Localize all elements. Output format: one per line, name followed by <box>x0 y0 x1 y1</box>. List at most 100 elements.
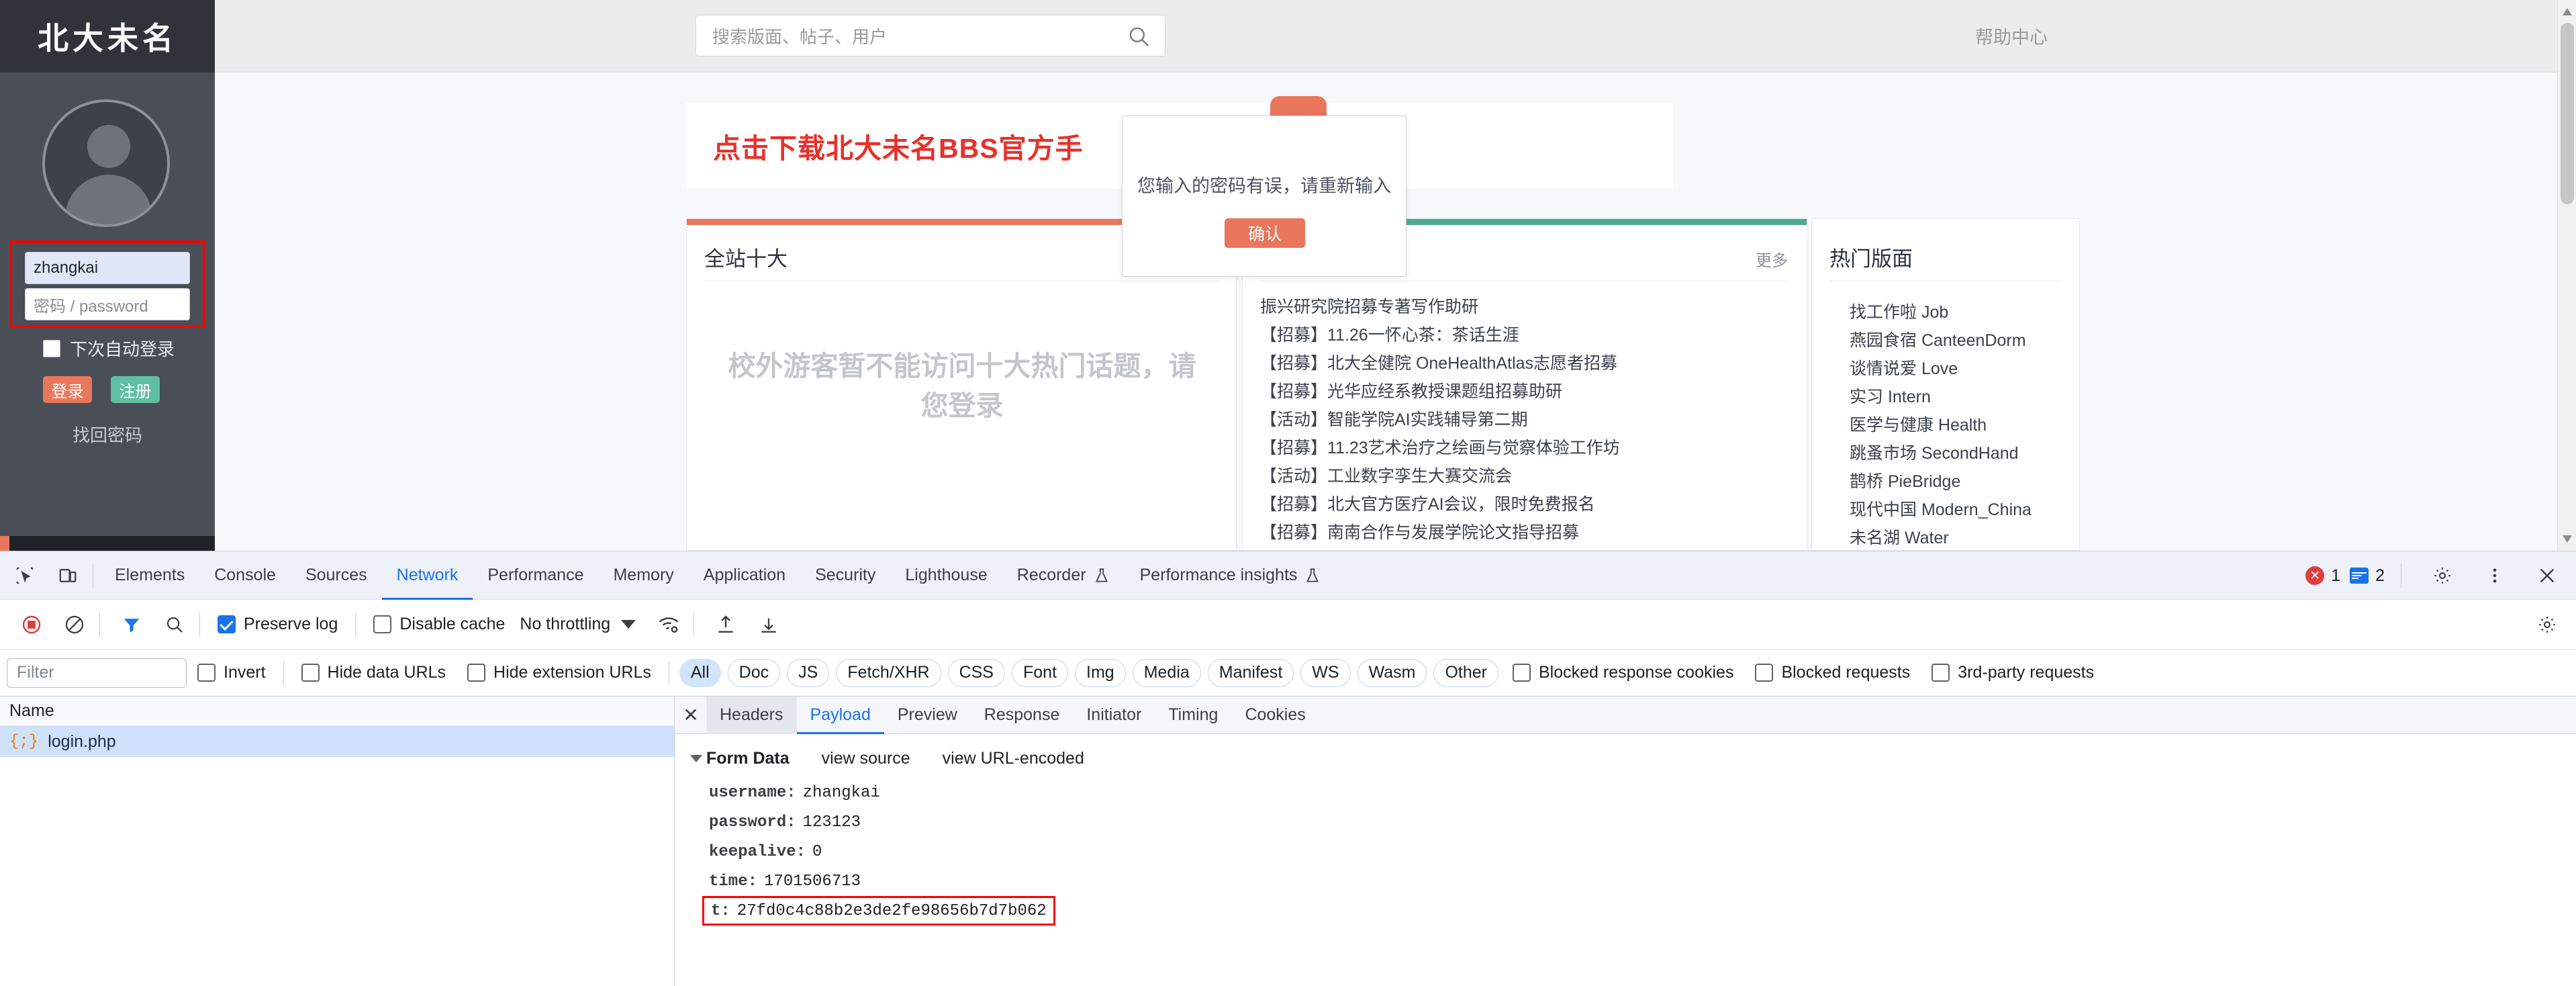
post-list-item[interactable]: 振兴研究院招募专著写作助研 <box>1260 293 1793 321</box>
board-list-item[interactable]: 鹊桥 PieBridge <box>1850 467 2032 496</box>
resource-filter-media[interactable]: Media <box>1132 658 1201 687</box>
form-data-value[interactable]: 0 <box>812 843 822 861</box>
detail-tab-headers[interactable]: Headers <box>706 696 797 734</box>
help-center-link[interactable]: 帮助中心 <box>1975 23 2048 49</box>
gear-icon[interactable] <box>2424 557 2461 594</box>
throttling-select[interactable]: No throttling <box>520 615 636 634</box>
export-har-icon[interactable] <box>751 607 787 643</box>
invert-toggle[interactable]: Invert <box>197 663 266 682</box>
close-detail-icon[interactable]: ✕ <box>675 697 706 734</box>
detail-tab-payload[interactable]: Payload <box>797 697 884 734</box>
form-data-value[interactable]: 27fd0c4c88b2e3de2fe98656b7d7b062 <box>737 902 1047 920</box>
post-list-item[interactable]: 【招募】南南合作与发展学院论文指导招募 <box>1260 519 1793 547</box>
blocked-requests-checkbox[interactable] <box>1755 664 1774 682</box>
device-toolbar-icon[interactable] <box>50 557 86 594</box>
devtools-tab-performance-insights[interactable]: Performance insights <box>1125 551 1337 600</box>
register-button[interactable]: 注册 <box>111 376 160 403</box>
devtools-tab-lighthouse[interactable]: Lighthouse <box>890 551 1002 600</box>
board-list-item[interactable]: 医学与健康 Health <box>1850 411 2032 439</box>
form-data-value[interactable]: 1701506713 <box>764 872 861 891</box>
resource-filter-doc[interactable]: Doc <box>727 658 781 687</box>
board-list-item[interactable]: 找工作啦 Job <box>1850 298 2032 326</box>
resource-filter-manifest[interactable]: Manifest <box>1207 658 1294 687</box>
search-network-icon[interactable] <box>156 607 193 643</box>
form-data-value[interactable]: zhangkai <box>803 784 880 802</box>
post-list-item[interactable]: 【招募】北大全健院 OneHealthAtlas志愿者招募 <box>1260 349 1793 377</box>
board-list-item[interactable]: 现代中国 Modern_China <box>1850 496 2032 524</box>
view-source-link[interactable]: view source <box>822 749 910 768</box>
site-brand-logo[interactable]: 北大未名 <box>0 0 215 73</box>
import-har-icon[interactable] <box>708 607 744 643</box>
resource-filter-ws[interactable]: WS <box>1300 658 1351 687</box>
detail-tab-preview[interactable]: Preview <box>884 697 971 734</box>
resource-filter-fetch-xhr[interactable]: Fetch/XHR <box>836 658 941 687</box>
blocked-response-cookies-toggle[interactable]: Blocked response cookies <box>1513 663 1733 682</box>
post-list-item[interactable]: 【活动】智能学院AI实践辅导第二期 <box>1260 406 1793 434</box>
filter-funnel-icon[interactable] <box>113 607 150 643</box>
third-party-requests-toggle[interactable]: 3rd-party requests <box>1931 663 2094 682</box>
devtools-tab-memory[interactable]: Memory <box>598 551 688 600</box>
post-list-item[interactable]: 【招募】北大官方医疗AI会议，限时免费报名 <box>1260 490 1793 519</box>
resource-filter-css[interactable]: CSS <box>947 658 1005 687</box>
hide-data-urls-checkbox[interactable] <box>301 664 320 682</box>
resource-filter-font[interactable]: Font <box>1011 658 1069 687</box>
board-list-item[interactable]: 跳蚤市场 SecondHand <box>1850 439 2032 467</box>
devtools-tab-network[interactable]: Network <box>382 551 473 600</box>
devtools-tab-recorder[interactable]: Recorder <box>1002 551 1125 600</box>
invert-checkbox[interactable] <box>197 664 216 682</box>
resource-filter-all[interactable]: All <box>679 658 721 687</box>
filter-input[interactable]: Filter <box>7 658 187 688</box>
devtools-tab-console[interactable]: Console <box>199 551 291 600</box>
resource-filter-img[interactable]: Img <box>1075 658 1126 687</box>
post-list-item[interactable]: 【活动】工业数字孪生大赛交流会 <box>1260 462 1793 490</box>
request-list-header[interactable]: Name <box>0 697 674 726</box>
network-settings-gear-icon[interactable] <box>2529 607 2565 643</box>
search-input[interactable]: 搜索版面、帖子、用户 <box>696 15 1165 56</box>
resource-filter-js[interactable]: JS <box>787 658 830 687</box>
resource-filter-other[interactable]: Other <box>1433 658 1498 687</box>
collapse-caret-icon[interactable] <box>690 755 702 762</box>
posts-more-link[interactable]: 更多 <box>1756 247 1788 271</box>
scroll-up-arrow-icon[interactable] <box>2563 8 2572 15</box>
devtools-tab-sources[interactable]: Sources <box>291 551 382 600</box>
disable-cache-toggle[interactable]: Disable cache <box>373 615 505 634</box>
third-party-requests-checkbox[interactable] <box>1931 664 1950 682</box>
post-list-item[interactable]: 【招募】光华应经系教授课题组招募助研 <box>1260 377 1793 406</box>
disable-cache-checkbox[interactable] <box>373 615 392 633</box>
error-badge[interactable]: ✕ 1 <box>2305 566 2340 586</box>
search-icon[interactable] <box>1127 25 1150 48</box>
chevron-down-icon[interactable] <box>621 620 636 629</box>
view-url-encoded-link[interactable]: view URL-encoded <box>943 749 1084 768</box>
devtools-tab-elements[interactable]: Elements <box>100 551 199 600</box>
record-stop-icon[interactable] <box>13 607 50 643</box>
devtools-tab-application[interactable]: Application <box>689 551 800 600</box>
devtools-tab-performance[interactable]: Performance <box>473 551 598 600</box>
auto-login-row[interactable]: 下次自动登录 <box>43 336 175 361</box>
network-conditions-icon[interactable] <box>651 607 687 643</box>
username-field[interactable]: zhangkai <box>25 252 190 284</box>
scrollbar-thumb[interactable] <box>2561 23 2574 204</box>
post-list-item[interactable]: 【招募】11.26一怀心茶：茶话生涯 <box>1260 321 1793 349</box>
blocked-response-cookies-checkbox[interactable] <box>1513 664 1531 682</box>
forgot-password-link[interactable]: 找回密码 <box>0 422 215 447</box>
inspect-element-icon[interactable] <box>7 557 43 594</box>
form-data-header[interactable]: Form Data view source view URL-encoded <box>690 749 2576 768</box>
hide-extension-urls-toggle[interactable]: Hide extension URLs <box>467 663 651 682</box>
board-list-item[interactable]: 谈情说爱 Love <box>1850 355 2032 383</box>
hide-data-urls-toggle[interactable]: Hide data URLs <box>301 663 446 682</box>
preserve-log-toggle[interactable]: Preserve log <box>218 615 338 634</box>
auto-login-checkbox[interactable] <box>43 339 60 357</box>
detail-tab-cookies[interactable]: Cookies <box>1231 697 1319 734</box>
request-row[interactable]: {;} login.php <box>0 726 674 757</box>
detail-tab-timing[interactable]: Timing <box>1155 697 1231 734</box>
blocked-requests-toggle[interactable]: Blocked requests <box>1755 663 1910 682</box>
clear-network-log-icon[interactable] <box>56 607 93 643</box>
message-badge[interactable]: 2 <box>2350 566 2385 586</box>
post-list-item[interactable]: 【招募】11.23艺术治疗之绘画与觉察体验工作坊 <box>1260 434 1793 462</box>
board-list-item[interactable]: 未名湖 Water <box>1850 524 2032 551</box>
resource-filter-wasm[interactable]: Wasm <box>1357 658 1427 687</box>
scroll-down-arrow-icon[interactable] <box>2563 535 2572 543</box>
more-options-icon[interactable] <box>2477 557 2513 594</box>
devtools-tab-security[interactable]: Security <box>800 551 890 600</box>
detail-tab-response[interactable]: Response <box>971 697 1074 734</box>
